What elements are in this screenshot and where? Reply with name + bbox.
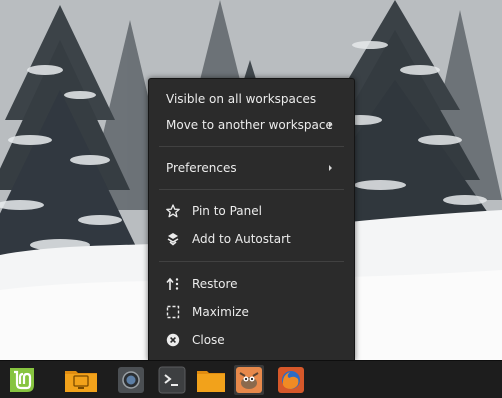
- menu-item-restore[interactable]: Restore: [149, 272, 354, 296]
- taskbar-item-firefox[interactable]: [276, 365, 306, 395]
- menu-item-add-to-autostart[interactable]: Add to Autostart: [149, 227, 354, 251]
- menu-item-label: Move to another workspace: [166, 118, 333, 132]
- taskbar: [0, 360, 502, 398]
- menu-item-maximize[interactable]: Maximize: [149, 300, 354, 324]
- menu-item-label: Preferences: [166, 161, 237, 175]
- menu-item-label: Pin to Panel: [192, 204, 262, 218]
- menu-item-preferences[interactable]: Preferences: [149, 156, 354, 180]
- submenu-arrow-icon: [329, 122, 332, 128]
- menu-item-label: Visible on all workspaces: [166, 92, 317, 106]
- menu-item-label: Add to Autostart: [192, 232, 291, 246]
- menu-item-move-to-another-workspace[interactable]: Move to another workspace: [149, 113, 354, 137]
- taskbar-item-gimp[interactable]: [234, 365, 264, 395]
- restore-icon: [166, 277, 180, 291]
- maximize-icon: [166, 305, 180, 319]
- menu-item-pin-to-panel[interactable]: Pin to Panel: [149, 199, 354, 223]
- taskbar-item-terminal[interactable]: [157, 365, 187, 395]
- menu-separator: [159, 261, 344, 262]
- window-context-menu: Visible on all workspaces Move to anothe…: [148, 78, 355, 361]
- taskbar-item-display-settings[interactable]: [64, 365, 97, 395]
- submenu-arrow-icon: [329, 165, 332, 171]
- taskbar-item-screen-recorder[interactable]: [116, 365, 146, 395]
- menu-item-close[interactable]: Close: [149, 328, 354, 352]
- menu-item-label: Close: [192, 333, 225, 347]
- linux-mint-menu-button[interactable]: [7, 365, 37, 395]
- autostart-icon: [166, 232, 180, 246]
- menu-item-visible-on-all-workspaces[interactable]: Visible on all workspaces: [149, 87, 354, 111]
- close-icon: [166, 333, 180, 347]
- menu-item-label: Maximize: [192, 305, 249, 319]
- menu-separator: [159, 146, 344, 147]
- star-icon: [166, 204, 180, 218]
- taskbar-item-files[interactable]: [196, 365, 226, 395]
- menu-separator: [159, 189, 344, 190]
- menu-item-label: Restore: [192, 277, 238, 291]
